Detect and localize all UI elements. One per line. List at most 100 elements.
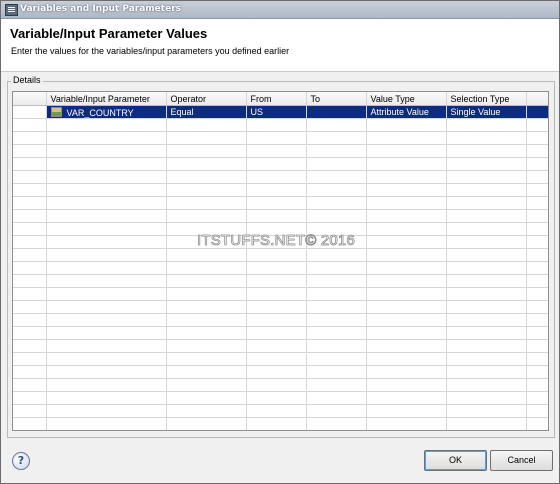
empty-cell[interactable] [306, 287, 367, 301]
empty-cell[interactable] [446, 196, 527, 210]
empty-cell[interactable] [246, 183, 307, 197]
empty-cell[interactable] [306, 157, 367, 171]
empty-cell[interactable] [366, 222, 447, 236]
empty-table-row[interactable] [13, 313, 548, 327]
empty-cell[interactable] [166, 391, 247, 405]
empty-cell[interactable] [306, 417, 367, 430]
empty-cell[interactable] [46, 144, 167, 158]
empty-cell[interactable] [13, 417, 47, 430]
column-header-operator[interactable]: Operator [166, 92, 247, 106]
column-header-from[interactable]: From [246, 92, 307, 106]
empty-cell[interactable] [46, 391, 167, 405]
empty-table-row[interactable] [13, 352, 548, 366]
empty-cell[interactable] [306, 261, 367, 275]
empty-cell[interactable] [46, 248, 167, 262]
empty-cell[interactable] [166, 274, 247, 288]
empty-cell[interactable] [366, 417, 447, 430]
empty-cell[interactable] [13, 365, 47, 379]
row-selector-cell[interactable] [13, 105, 47, 119]
empty-cell[interactable] [46, 287, 167, 301]
empty-cell[interactable] [166, 365, 247, 379]
empty-cell[interactable] [13, 196, 47, 210]
empty-cell[interactable] [366, 352, 447, 366]
empty-cell[interactable] [446, 235, 527, 249]
empty-table-row[interactable] [13, 248, 548, 262]
empty-cell[interactable] [446, 261, 527, 275]
empty-cell[interactable] [13, 300, 47, 314]
empty-cell[interactable] [306, 391, 367, 405]
empty-cell[interactable] [46, 417, 167, 430]
empty-table-row[interactable] [13, 300, 548, 314]
empty-cell[interactable] [13, 339, 47, 353]
empty-cell[interactable] [366, 196, 447, 210]
empty-cell[interactable] [366, 157, 447, 171]
empty-cell[interactable] [13, 209, 47, 223]
empty-cell[interactable] [446, 391, 527, 405]
empty-table-row[interactable] [13, 261, 548, 275]
empty-cell[interactable] [13, 326, 47, 340]
empty-cell[interactable] [246, 118, 307, 132]
empty-cell[interactable] [366, 170, 447, 184]
empty-table-row[interactable] [13, 274, 548, 288]
empty-cell[interactable] [366, 339, 447, 353]
empty-cell[interactable] [46, 196, 167, 210]
empty-cell[interactable] [366, 118, 447, 132]
empty-cell[interactable] [366, 404, 447, 418]
empty-cell[interactable] [446, 352, 527, 366]
cancel-button[interactable]: Cancel [490, 450, 553, 471]
empty-cell[interactable] [366, 274, 447, 288]
empty-cell[interactable] [306, 170, 367, 184]
empty-cell[interactable] [13, 352, 47, 366]
empty-cell[interactable] [446, 118, 527, 132]
empty-cell[interactable] [246, 209, 307, 223]
empty-cell[interactable] [246, 248, 307, 262]
empty-table-row[interactable] [13, 326, 548, 340]
empty-cell[interactable] [13, 235, 47, 249]
empty-cell[interactable] [446, 274, 527, 288]
empty-cell[interactable] [306, 274, 367, 288]
empty-cell[interactable] [13, 170, 47, 184]
empty-cell[interactable] [13, 183, 47, 197]
empty-cell[interactable] [13, 274, 47, 288]
empty-cell[interactable] [446, 144, 527, 158]
empty-cell[interactable] [306, 248, 367, 262]
empty-cell[interactable] [166, 183, 247, 197]
empty-cell[interactable] [446, 183, 527, 197]
empty-cell[interactable] [446, 300, 527, 314]
empty-cell[interactable] [246, 365, 307, 379]
empty-table-row[interactable] [13, 391, 548, 405]
empty-cell[interactable] [46, 209, 167, 223]
empty-cell[interactable] [246, 391, 307, 405]
empty-cell[interactable] [246, 144, 307, 158]
empty-cell[interactable] [46, 261, 167, 275]
empty-table-row[interactable] [13, 131, 548, 145]
empty-cell[interactable] [306, 144, 367, 158]
empty-cell[interactable] [306, 300, 367, 314]
empty-cell[interactable] [306, 365, 367, 379]
empty-cell[interactable] [246, 261, 307, 275]
empty-cell[interactable] [166, 300, 247, 314]
empty-cell[interactable] [246, 131, 307, 145]
empty-cell[interactable] [46, 378, 167, 392]
empty-table-row[interactable] [13, 144, 548, 158]
empty-cell[interactable] [13, 144, 47, 158]
empty-cell[interactable] [306, 131, 367, 145]
empty-cell[interactable] [366, 235, 447, 249]
empty-cell[interactable] [246, 404, 307, 418]
empty-cell[interactable] [446, 378, 527, 392]
empty-cell[interactable] [246, 326, 307, 340]
empty-cell[interactable] [46, 326, 167, 340]
empty-cell[interactable] [13, 118, 47, 132]
empty-cell[interactable] [306, 339, 367, 353]
empty-cell[interactable] [166, 339, 247, 353]
empty-cell[interactable] [366, 144, 447, 158]
column-header-variable[interactable]: Variable/Input Parameter [46, 92, 167, 106]
empty-cell[interactable] [446, 404, 527, 418]
empty-cell[interactable] [13, 131, 47, 145]
empty-table-row[interactable] [13, 170, 548, 184]
empty-cell[interactable] [166, 378, 247, 392]
empty-cell[interactable] [366, 378, 447, 392]
empty-cell[interactable] [246, 352, 307, 366]
empty-cell[interactable] [166, 352, 247, 366]
table-row[interactable]: VAR_COUNTRY Equal US Attribute Value Sin… [13, 105, 548, 119]
